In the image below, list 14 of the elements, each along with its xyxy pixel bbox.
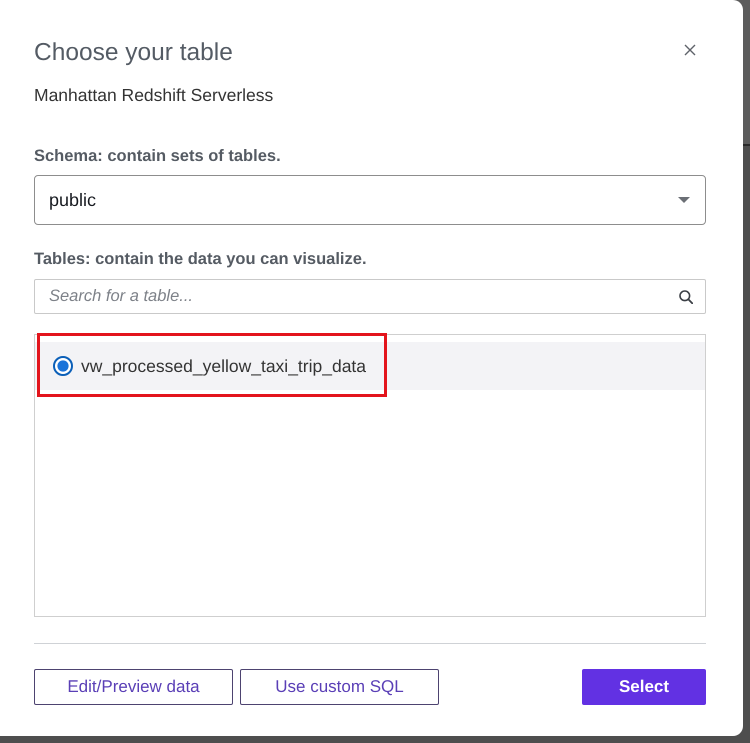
tables-label: Tables: contain the data you can visualize. <box>34 249 368 270</box>
table-option[interactable]: vw_processed_yellow_taxi_trip_data <box>35 342 705 390</box>
search-field[interactable]: Search for a table... <box>34 279 706 314</box>
schema-select[interactable]: public <box>34 175 706 225</box>
dialog-subtitle: Manhattan Redshift Serverless <box>34 84 274 106</box>
radio-button[interactable] <box>53 356 73 376</box>
search-icon <box>679 290 693 304</box>
caret-down-icon <box>678 197 690 203</box>
schema-label: Schema: contain sets of tables. <box>34 146 282 167</box>
dialog-title: Choose your table <box>34 38 233 68</box>
secondary-button[interactable]: Edit/Preview data <box>34 669 233 705</box>
secondary-button[interactable]: Use custom SQL <box>240 669 439 705</box>
close-icon <box>684 44 696 56</box>
primary-button[interactable]: Select <box>582 669 706 705</box>
